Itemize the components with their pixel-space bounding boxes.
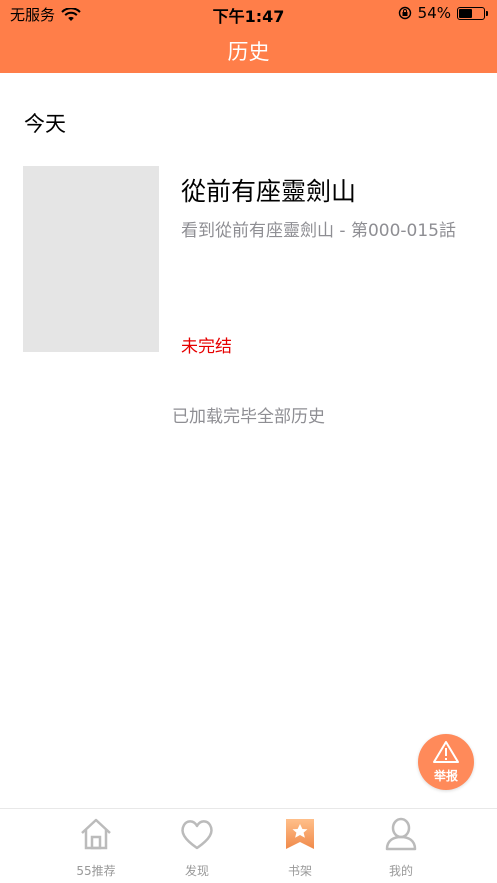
tab-recommend[interactable]: 55推荐 bbox=[46, 815, 146, 879]
rotation-lock-icon bbox=[398, 6, 411, 20]
completion-status: 未完结 bbox=[181, 337, 232, 357]
home-icon bbox=[81, 818, 111, 850]
tab-label: 发现 bbox=[184, 864, 209, 878]
history-item[interactable]: 從前有座靈劍山 看到從前有座靈劍山 - 第000-015話 未完结 bbox=[0, 166, 497, 357]
battery-percent: 54% bbox=[417, 4, 451, 22]
comic-title: 從前有座靈劍山 bbox=[181, 177, 357, 206]
tab-bar: 55推荐 发现 书架 我的 bbox=[0, 808, 497, 883]
tab-profile[interactable]: 我的 bbox=[351, 815, 451, 879]
last-read-chapter: 看到從前有座靈劍山 - 第000-015話 bbox=[181, 221, 456, 241]
status-right: 54% bbox=[398, 4, 488, 22]
profile-icon bbox=[385, 817, 417, 851]
tab-label: 我的 bbox=[388, 864, 413, 878]
warning-icon bbox=[433, 741, 459, 763]
tab-discover[interactable]: 发现 bbox=[147, 815, 247, 879]
tab-label: 书架 bbox=[287, 864, 312, 878]
load-complete-text: 已加载完毕全部历史 bbox=[172, 407, 325, 427]
battery-icon bbox=[457, 6, 488, 20]
heart-icon bbox=[181, 820, 213, 850]
header: 无服务 下午1:47 54% 历史 bbox=[0, 0, 497, 73]
report-button[interactable]: 举报 bbox=[418, 734, 474, 790]
section-title-today: 今天 bbox=[24, 112, 66, 136]
page-title: 历史 bbox=[227, 40, 270, 64]
report-label: 举报 bbox=[433, 769, 458, 783]
tab-label: 55推荐 bbox=[76, 864, 116, 878]
tab-bookshelf[interactable]: 书架 bbox=[250, 815, 350, 879]
app-root: 无服务 下午1:47 54% 历史 今天 從前有座靈劍山 看到從前有座靈劍山 -… bbox=[0, 0, 497, 883]
status-bar: 无服务 下午1:47 54% bbox=[0, 0, 497, 28]
comic-cover-image[interactable] bbox=[23, 166, 159, 352]
bookshelf-icon bbox=[286, 819, 314, 849]
